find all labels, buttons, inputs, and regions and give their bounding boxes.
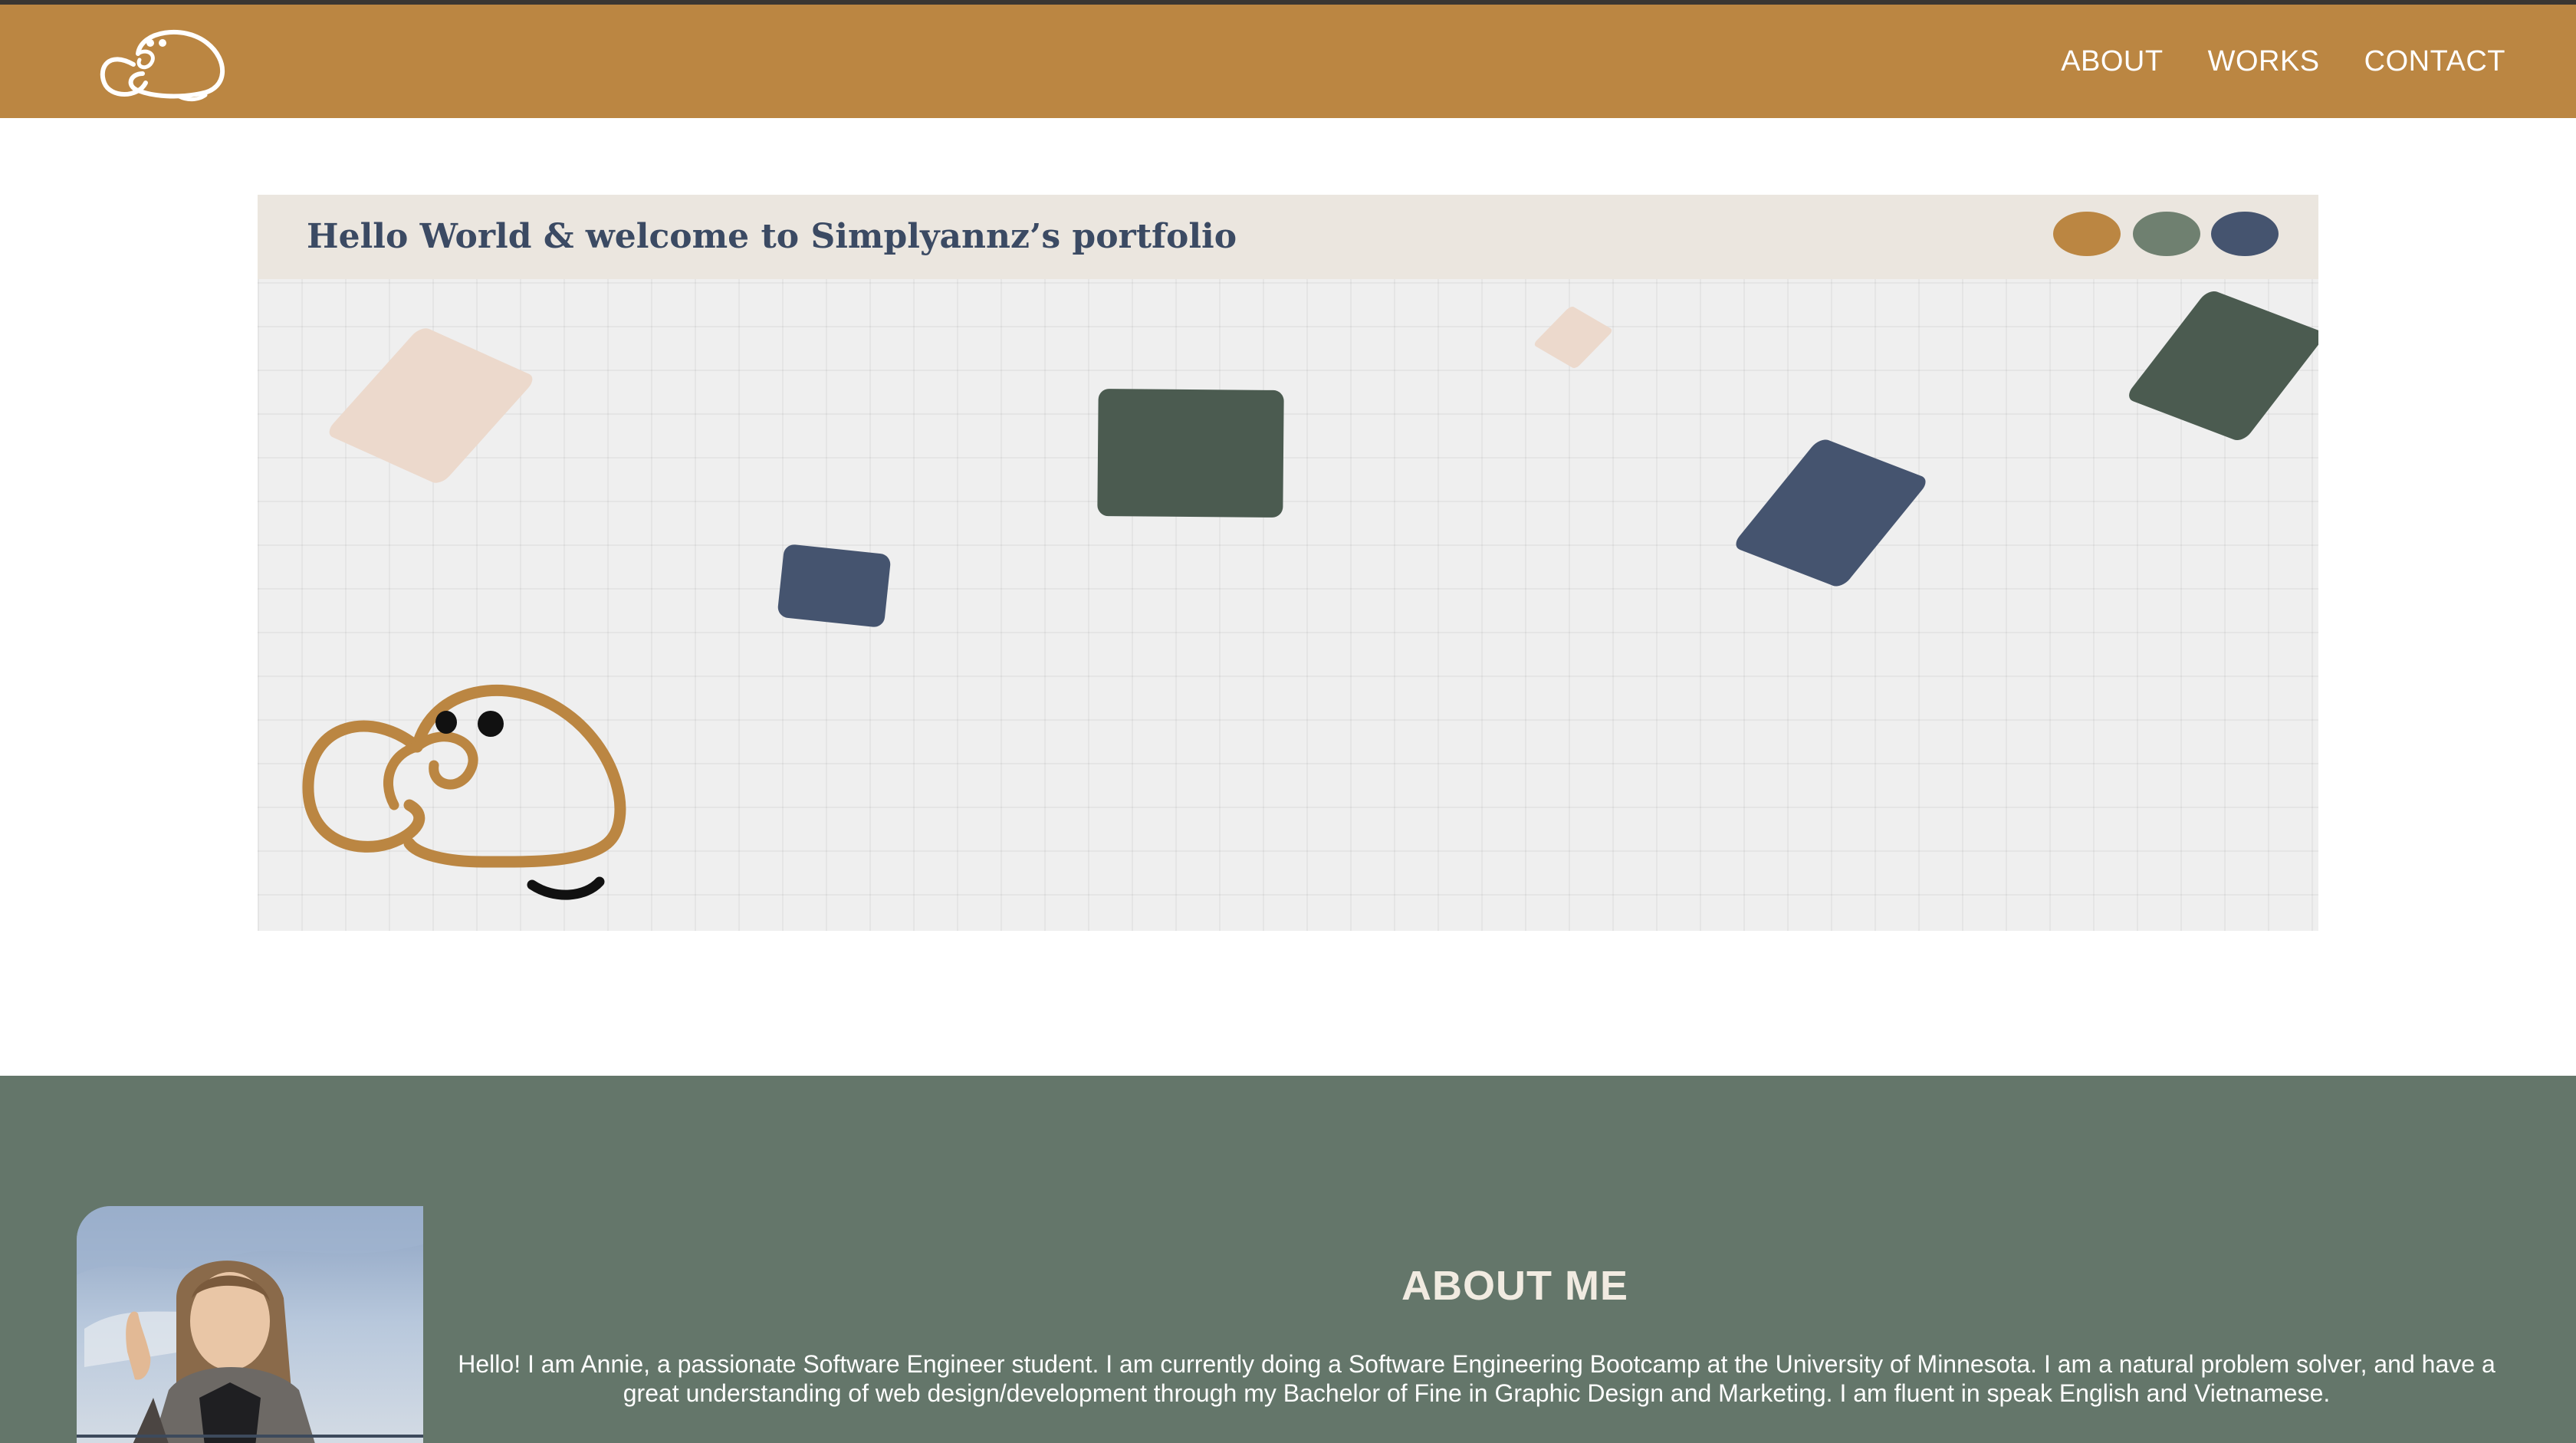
hero-banner: Hello World & welcome to Simplyannz’s po… [258,195,2318,931]
banner-title: Hello World & welcome to Simplyannz’s po… [307,217,1237,256]
nav-contact-link[interactable]: CONTACT [2364,45,2505,78]
nav-about-link[interactable]: ABOUT [2061,45,2163,78]
peach-diamond-shape [324,325,537,486]
main-nav: ABOUT WORKS CONTACT [2061,5,2505,118]
blue-diamond-shape [1731,436,1930,590]
nav-works-link[interactable]: WORKS [2208,45,2320,78]
banner-title-bar: Hello World & welcome to Simplyannz’s po… [258,195,2318,279]
site-header: ABOUT WORKS CONTACT [0,5,2576,118]
green-rectangle-shape [1097,388,1284,518]
peach-diamond-small-shape [1533,305,1614,370]
color-dot-orange [2053,212,2121,256]
blue-square-small-shape [777,543,892,629]
logo-mascot-icon[interactable] [94,20,232,106]
profile-photo-illustration [77,1206,423,1443]
mascot-illustration [302,684,626,900]
about-title: ABOUT ME [1401,1263,1628,1309]
about-paragraph: Hello! I am Annie, a passionate Software… [458,1350,2496,1407]
profile-photo [77,1206,423,1443]
color-dot-blue [2211,212,2279,256]
color-dot-green [2133,212,2200,256]
about-section: ABOUT ME Hello! I am Annie, a passionate… [0,1076,2576,1443]
green-diamond-shape [2124,288,2318,443]
